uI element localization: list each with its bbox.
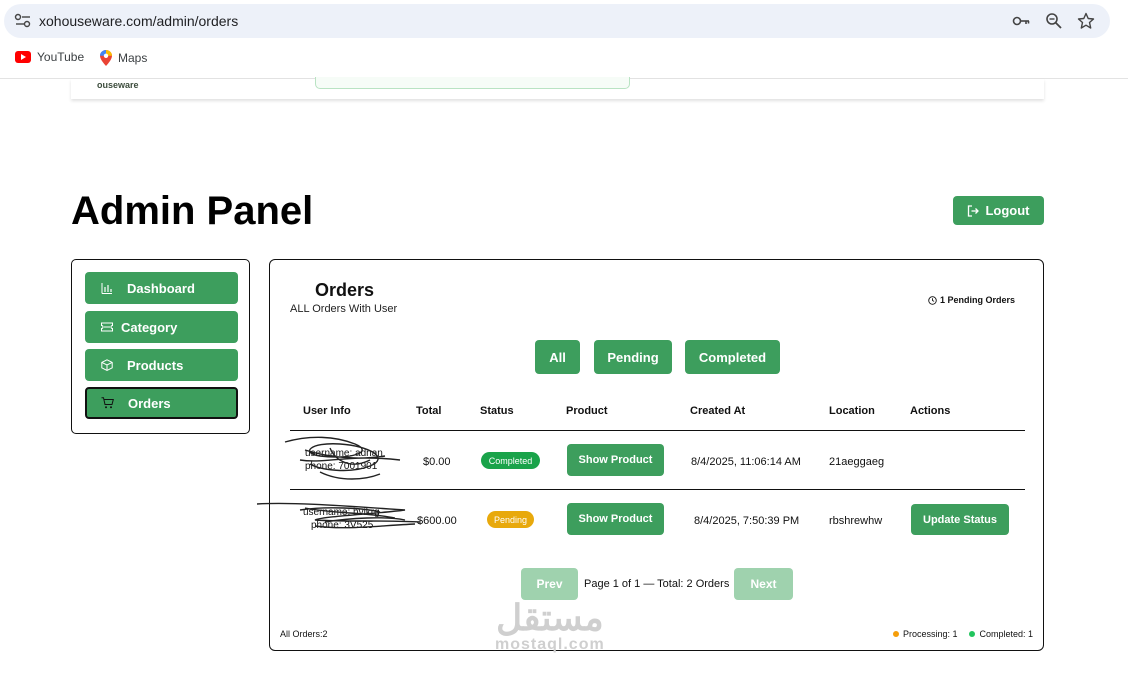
clock-icon xyxy=(928,295,937,305)
column-header-actions: Actions xyxy=(910,405,951,417)
orders-subtitle: ALL Orders With User xyxy=(290,303,398,315)
maps-pin-icon xyxy=(100,50,112,66)
sidebar-item-products[interactable]: Products xyxy=(85,349,238,381)
pagination-info: Page 1 of 1 — Total: 2 Orders xyxy=(584,578,730,590)
processing-dot-icon xyxy=(892,631,899,637)
cart-icon xyxy=(101,397,114,409)
order-location: rbshrewhw xyxy=(829,515,883,527)
bookmarks-bar: YouTube Maps xyxy=(0,46,1128,70)
order-created-at: 8/4/2025, 11:06:14 AM xyxy=(691,456,801,468)
redaction-scribble xyxy=(256,502,421,529)
order-location: 21aeggaeg xyxy=(829,456,885,468)
logout-label: Logout xyxy=(985,203,1030,218)
bookmark-youtube[interactable]: YouTube xyxy=(15,50,84,64)
page-title: Admin Panel xyxy=(71,189,314,233)
bookmark-label: YouTube xyxy=(37,50,85,64)
completed-dot-icon xyxy=(969,631,976,637)
bookmark-label: Maps xyxy=(118,51,148,65)
site-header: ouseware xyxy=(71,77,1044,99)
status-badge: Completed xyxy=(481,452,540,469)
redaction-scribble xyxy=(284,436,401,480)
bookmark-star-icon[interactable] xyxy=(1077,12,1095,30)
legend-processing-label: Processing: 1 xyxy=(902,629,958,639)
key-icon[interactable] xyxy=(1012,12,1030,30)
legend-completed: Completed: 1 xyxy=(969,629,1033,639)
admin-sidebar: Dashboard Category Products Orders xyxy=(71,259,250,434)
orders-title: Orders xyxy=(315,280,375,300)
url-text[interactable]: xohouseware.com/admin/orders xyxy=(39,13,238,29)
site-info-icon[interactable] xyxy=(14,13,32,29)
order-total: $0.00 xyxy=(423,456,451,468)
prev-page-button[interactable]: Prev xyxy=(521,568,578,600)
column-header-total: Total xyxy=(416,405,442,417)
column-header-created-at: Created At xyxy=(690,405,746,417)
sidebar-item-orders[interactable]: Orders xyxy=(85,387,238,419)
column-header-user-info: User Info xyxy=(303,405,351,417)
sidebar-item-label: Orders xyxy=(128,395,171,411)
all-orders-count: All Orders:2 xyxy=(280,629,328,639)
next-page-button[interactable]: Next xyxy=(734,568,793,600)
sidebar-item-label: Dashboard xyxy=(127,280,195,296)
orders-panel: Orders ALL Orders With User 1 Pending Or… xyxy=(256,259,1044,651)
legend-completed-label: Completed: 1 xyxy=(979,629,1033,639)
pending-orders-count: 1 Pending Orders xyxy=(928,295,1015,305)
order-created-at: 8/4/2025, 7:50:39 PM xyxy=(694,515,800,527)
youtube-icon xyxy=(15,51,31,63)
filter-all-button[interactable]: All xyxy=(535,340,580,374)
sidebar-item-label: Products xyxy=(127,357,184,373)
pending-count-label: 1 Pending Orders xyxy=(939,295,1015,305)
sidebar-item-dashboard[interactable]: Dashboard xyxy=(85,272,238,304)
table-row-divider xyxy=(290,489,1025,490)
logout-icon xyxy=(968,204,980,217)
browser-chrome: xohouseware.com/admin/orders YouTube Map… xyxy=(0,0,1128,79)
site-search-input[interactable] xyxy=(315,77,630,89)
filter-pending-button[interactable]: Pending xyxy=(594,340,672,374)
status-badge: Pending xyxy=(487,511,534,528)
ticket-icon xyxy=(101,322,113,332)
box-icon xyxy=(101,359,113,371)
address-bar[interactable]: xohouseware.com/admin/orders xyxy=(4,4,1110,38)
logout-button[interactable]: Logout xyxy=(953,196,1044,225)
show-product-button[interactable]: Show Product xyxy=(567,444,664,476)
show-product-button[interactable]: Show Product xyxy=(567,503,664,535)
watermark-arabic: مستقل xyxy=(495,597,604,638)
update-status-button[interactable]: Update Status xyxy=(911,504,1009,535)
watermark-latin: mostaql.com xyxy=(495,636,605,653)
order-total: $600.00 xyxy=(417,515,457,527)
chart-icon xyxy=(101,282,112,294)
mostaql-watermark: مستقل mostaql.com xyxy=(495,600,605,654)
zoom-icon[interactable] xyxy=(1045,12,1063,30)
column-header-location: Location xyxy=(829,405,875,417)
column-header-status: Status xyxy=(480,405,514,417)
sidebar-item-category[interactable]: Category xyxy=(85,311,238,343)
sidebar-item-label: Category xyxy=(121,319,178,335)
status-legend: Processing: 1 Completed: 1 xyxy=(892,629,1033,639)
bookmark-maps[interactable]: Maps xyxy=(100,50,147,66)
filter-completed-button[interactable]: Completed xyxy=(685,340,780,374)
column-header-product: Product xyxy=(566,405,608,417)
site-logo[interactable]: ouseware xyxy=(97,80,139,90)
legend-processing: Processing: 1 xyxy=(892,629,958,639)
